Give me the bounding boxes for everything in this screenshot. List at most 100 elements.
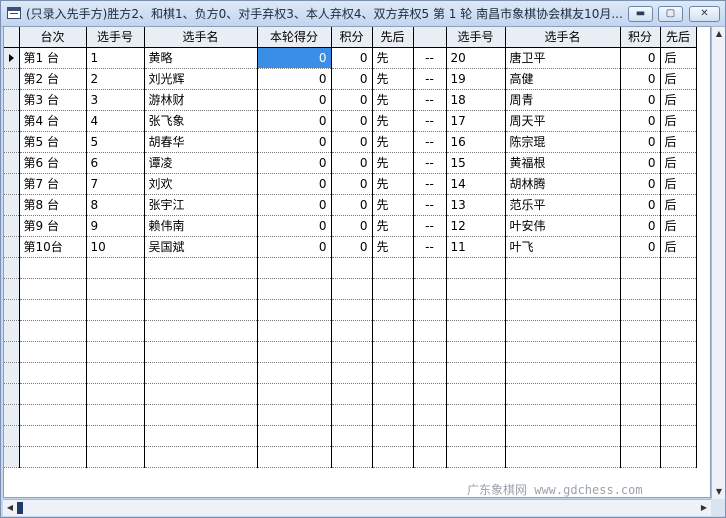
cell-player2-name[interactable]: 叶安伟 <box>505 215 621 237</box>
cell-player2-points[interactable]: 0 <box>620 152 661 174</box>
cell-player2-id[interactable]: 17 <box>446 110 506 132</box>
empty-cell[interactable] <box>144 341 258 363</box>
empty-cell[interactable] <box>257 341 332 363</box>
header-round-score[interactable]: 本轮得分 <box>257 27 332 48</box>
empty-cell[interactable] <box>144 446 258 468</box>
cell-player1-side[interactable]: 先 <box>372 152 414 174</box>
cell-player2-name[interactable]: 胡林腾 <box>505 173 621 195</box>
empty-cell[interactable] <box>144 383 258 405</box>
empty-cell[interactable] <box>257 278 332 300</box>
row-selector[interactable] <box>4 383 20 405</box>
cell-player1-side[interactable]: 先 <box>372 236 414 258</box>
empty-cell[interactable] <box>505 383 621 405</box>
cell-player2-side[interactable]: 后 <box>660 152 697 174</box>
minimize-button[interactable]: ▬ <box>628 6 653 22</box>
row-selector[interactable] <box>4 320 20 342</box>
empty-cell[interactable] <box>372 278 414 300</box>
empty-cell[interactable] <box>446 341 506 363</box>
cell-player2-points[interactable]: 0 <box>620 194 661 216</box>
empty-cell[interactable] <box>620 257 661 279</box>
cell-player1-id[interactable]: 10 <box>86 236 145 258</box>
header-player1-name[interactable]: 选手名 <box>144 27 258 48</box>
empty-cell[interactable] <box>660 425 697 447</box>
empty-cell[interactable] <box>331 257 373 279</box>
row-selector[interactable] <box>4 131 20 153</box>
cell-player2-side[interactable]: 后 <box>660 89 697 111</box>
empty-cell[interactable] <box>620 362 661 384</box>
empty-cell[interactable] <box>446 257 506 279</box>
cell-player2-side[interactable]: 后 <box>660 173 697 195</box>
empty-cell[interactable] <box>19 278 87 300</box>
row-selector[interactable] <box>4 110 20 132</box>
title-bar[interactable]: (只录入先手方)胜方2、和棋1、负方0、对手弃权3、本人弃权4、双方弃权5 第 … <box>1 1 725 27</box>
header-player2-id[interactable]: 选手号 <box>446 27 506 48</box>
empty-cell[interactable] <box>660 362 697 384</box>
empty-cell[interactable] <box>660 341 697 363</box>
cell-player1-points[interactable]: 0 <box>331 173 373 195</box>
scroll-left-icon[interactable]: ◀ <box>3 501 17 515</box>
empty-cell[interactable] <box>446 446 506 468</box>
empty-row[interactable] <box>4 425 697 447</box>
vertical-scrollbar[interactable]: ▲ ▼ <box>711 27 725 499</box>
empty-cell[interactable] <box>86 383 145 405</box>
empty-cell[interactable] <box>446 362 506 384</box>
empty-cell[interactable] <box>372 320 414 342</box>
cell-player2-name[interactable]: 周青 <box>505 89 621 111</box>
empty-cell[interactable] <box>446 404 506 426</box>
header-player2-side[interactable]: 先后 <box>660 27 697 48</box>
cell-round-score[interactable]: 0 <box>257 89 332 111</box>
scroll-up-icon[interactable]: ▲ <box>712 27 726 41</box>
empty-cell[interactable] <box>505 320 621 342</box>
cell-player1-name[interactable]: 胡春华 <box>144 131 258 153</box>
empty-cell[interactable] <box>413 341 447 363</box>
empty-cell[interactable] <box>19 404 87 426</box>
empty-cell[interactable] <box>86 362 145 384</box>
header-table-no[interactable]: 台次 <box>19 27 87 48</box>
cell-player2-name[interactable]: 范乐平 <box>505 194 621 216</box>
cell-player1-points[interactable]: 0 <box>331 89 373 111</box>
empty-cell[interactable] <box>257 446 332 468</box>
row-selector[interactable] <box>4 68 20 90</box>
row-selector[interactable] <box>4 446 20 468</box>
cell-player1-name[interactable]: 刘欢 <box>144 173 258 195</box>
cell-player1-points[interactable]: 0 <box>331 47 373 69</box>
row-selector[interactable] <box>4 404 20 426</box>
empty-cell[interactable] <box>86 425 145 447</box>
cell-player1-side[interactable]: 先 <box>372 68 414 90</box>
cell-player1-side[interactable]: 先 <box>372 215 414 237</box>
table-row[interactable]: 第7 台 7 刘欢 0 0 先 -- 14 胡林腾 0 后 <box>4 173 697 195</box>
empty-cell[interactable] <box>257 383 332 405</box>
empty-cell[interactable] <box>660 257 697 279</box>
empty-cell[interactable] <box>413 299 447 321</box>
empty-cell[interactable] <box>86 299 145 321</box>
cell-player2-side[interactable]: 后 <box>660 110 697 132</box>
empty-cell[interactable] <box>19 362 87 384</box>
cell-player2-points[interactable]: 0 <box>620 131 661 153</box>
table-app-icon[interactable] <box>7 7 21 19</box>
row-selector[interactable] <box>4 341 20 363</box>
cell-player1-points[interactable]: 0 <box>331 131 373 153</box>
cell-round-score[interactable]: 0 <box>257 110 332 132</box>
cell-player1-points[interactable]: 0 <box>331 110 373 132</box>
empty-cell[interactable] <box>620 341 661 363</box>
empty-cell[interactable] <box>86 341 145 363</box>
cell-player1-name[interactable]: 赖伟南 <box>144 215 258 237</box>
cell-table-no[interactable]: 第2 台 <box>19 68 87 90</box>
empty-cell[interactable] <box>144 320 258 342</box>
maximize-button[interactable]: ▢ <box>658 6 683 22</box>
empty-cell[interactable] <box>505 278 621 300</box>
row-selector[interactable] <box>4 278 20 300</box>
cell-player1-id[interactable]: 8 <box>86 194 145 216</box>
empty-cell[interactable] <box>144 299 258 321</box>
empty-cell[interactable] <box>257 425 332 447</box>
empty-cell[interactable] <box>413 383 447 405</box>
cell-player2-id[interactable]: 15 <box>446 152 506 174</box>
cell-player2-id[interactable]: 20 <box>446 47 506 69</box>
row-selector[interactable] <box>4 215 20 237</box>
empty-cell[interactable] <box>331 383 373 405</box>
empty-cell[interactable] <box>144 425 258 447</box>
cell-player1-id[interactable]: 7 <box>86 173 145 195</box>
cell-table-no[interactable]: 第9 台 <box>19 215 87 237</box>
cell-player2-id[interactable]: 14 <box>446 173 506 195</box>
row-selector[interactable] <box>4 236 20 258</box>
